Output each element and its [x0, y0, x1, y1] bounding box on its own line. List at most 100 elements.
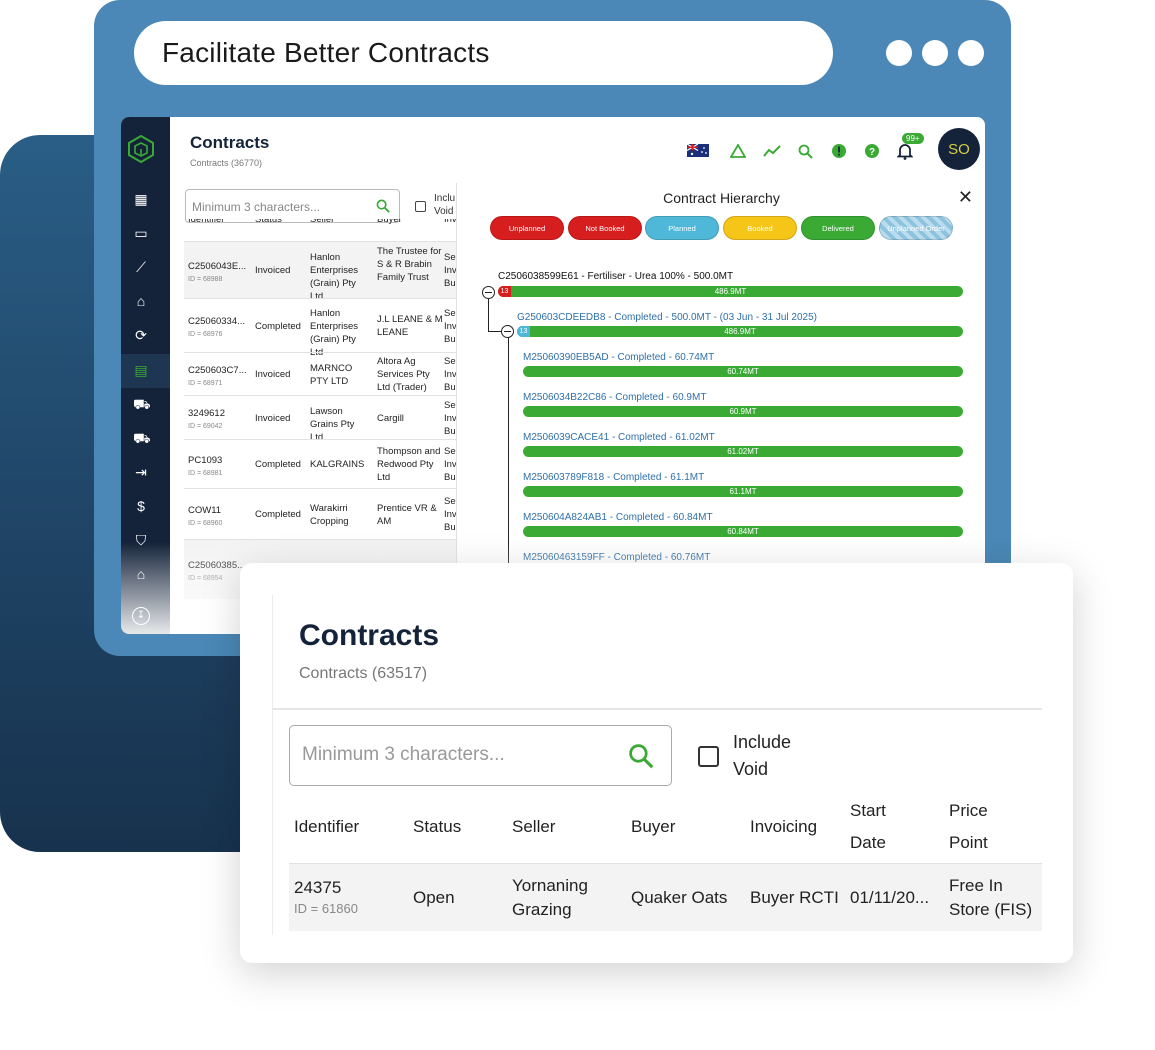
legend-item[interactable]: Planned: [645, 216, 719, 240]
search-placeholder: Minimum 3 characters...: [192, 200, 321, 214]
column-header-price-point[interactable]: Price Point: [949, 795, 988, 859]
row-csel: MARNCO PTY LTD: [310, 362, 353, 387]
search-icon[interactable]: [796, 142, 814, 160]
child-contract-label: G250603CDEEDB8 - Completed - 500.0MT - (…: [517, 312, 817, 323]
table-row[interactable]: PC1093 ID = 68981 Completed KALGRAINS Thomps…: [184, 439, 458, 488]
root-bar-label: 486.9MT: [714, 287, 747, 296]
help-icon[interactable]: ?: [863, 142, 881, 160]
row-identifier: C250603C7... ID = 68971: [188, 364, 247, 390]
collapse-icon[interactable]: [501, 325, 514, 338]
row-identifier: COW11 ID = 68960: [188, 504, 222, 530]
contracts-card: Contracts Contracts (63517) Minimum 3 ch…: [240, 563, 1073, 963]
column-header-invoicing[interactable]: Invoicing: [750, 811, 817, 843]
row-cst: Completed: [255, 509, 301, 520]
row-status: Open: [413, 888, 455, 907]
column-header[interactable]: Seller: [310, 219, 370, 226]
movement-bar-label: 60.9MT: [729, 407, 757, 416]
legend-item[interactable]: Unplanned: [490, 216, 564, 240]
dashboard-icon[interactable]: ▦: [133, 191, 149, 207]
trend-icon[interactable]: [763, 142, 781, 160]
price-point-line-2: Point: [949, 833, 988, 852]
card-search-placeholder: Minimum 3 characters...: [302, 744, 505, 765]
row-csel: Hanlon Enterprises (Grain) Pty Ltd: [310, 252, 359, 302]
row-price-line-1: Free In: [949, 876, 1003, 895]
movement-bar-label: 60.74MT: [727, 367, 759, 376]
column-header-start-date[interactable]: Start Date: [850, 795, 886, 859]
invoice-icon[interactable]: $: [133, 498, 149, 514]
row-id: 3249612: [188, 408, 225, 419]
row-csel: Hanlon Enterprises (Grain) Pty Ltd: [310, 307, 359, 358]
table-row[interactable]: C2506043E... ID = 68988 Invoiced Hanlon Ent…: [184, 241, 458, 302]
row-csel: Warakirri Cropping: [310, 502, 349, 527]
row-cbuy: Cargill: [377, 412, 404, 424]
table-row[interactable]: 24375 ID = 61860 Open Yornaning Grazing …: [289, 863, 1042, 931]
card-search-input[interactable]: Minimum 3 characters...: [289, 725, 672, 786]
column-header[interactable]: Buyer: [377, 219, 443, 226]
window-dot-2: [922, 40, 948, 66]
child-bar-label: 486.9MT: [724, 327, 756, 336]
column-header[interactable]: Identifier: [188, 219, 224, 226]
triangle-icon[interactable]: [729, 142, 747, 160]
tree-line: [488, 299, 489, 332]
row-cbuy: Prentice VR & AM: [377, 502, 437, 527]
table-row[interactable]: 3249612 ID = 69042 Invoiced Lawson Grains P…: [184, 395, 458, 443]
card-subtitle: Contracts (63517): [299, 665, 428, 682]
column-header-identifier[interactable]: Identifier: [294, 811, 359, 843]
row-id: COW11: [188, 504, 222, 516]
logo-icon: [128, 134, 154, 164]
row-buyer: Quaker Oats: [631, 888, 728, 907]
row-id: C2506043E...: [188, 260, 247, 272]
include-void-checkbox[interactable]: [415, 201, 426, 212]
legend-item[interactable]: Booked: [723, 216, 797, 240]
wheat-icon[interactable]: ⟋: [133, 259, 149, 275]
row-cst: Invoiced: [255, 412, 291, 424]
silo-exit-icon[interactable]: ⇥: [133, 464, 149, 480]
table-header: IdentifierStatusSellerBuyerInvoicing: [184, 219, 458, 233]
window-dot-1: [886, 40, 912, 66]
close-icon[interactable]: ✕: [958, 187, 973, 208]
row-id-sub: ID = 68971: [188, 379, 223, 387]
card-title: Contracts: [299, 619, 440, 652]
legend-item[interactable]: Not Booked: [568, 216, 642, 240]
browser-address-bar: Facilitate Better Contracts: [134, 21, 833, 85]
table-row[interactable]: C250603C7... ID = 68971 Invoiced MARNCO PTY…: [184, 352, 458, 395]
column-header-seller[interactable]: Seller: [512, 811, 555, 843]
row-cbuy: Thompson and Redwood Pty Ltd: [377, 446, 441, 483]
row-invoicing: Buyer RCTI: [750, 888, 839, 907]
search-input[interactable]: Minimum 3 characters...: [185, 189, 400, 223]
movement-label: M25060390EB5AD - Completed - 60.74MT: [523, 352, 715, 363]
movement-label: M250604A824AB1 - Completed - 60.84MT: [523, 512, 713, 523]
truck-icon[interactable]: ⛟: [133, 430, 151, 446]
factory-icon[interactable]: ⌂: [133, 293, 149, 309]
app-window: ▦ ▭ ⟋ ⌂ ⟳ ▤ ⛟ ⛟ ⇥ $ ⛉ ⌂ ↧ Contracts Cont…: [121, 117, 985, 634]
include-void-label: Inclu Void: [434, 193, 456, 217]
card-include-void-checkbox[interactable]: [698, 746, 719, 767]
table-row[interactable]: COW11 ID = 68960 Completed Warakirri Croppi…: [184, 488, 458, 539]
collapse-icon[interactable]: [482, 286, 495, 299]
row-start-date: 01/11/20...: [850, 888, 930, 907]
row-price-point: Free In Store (FIS): [949, 874, 1032, 922]
table-row[interactable]: C25060334... ID = 68976 Completed Hanlon En…: [184, 298, 458, 358]
bell-icon[interactable]: [896, 142, 914, 160]
flag-icon[interactable]: [686, 143, 709, 157]
include-void-line-1: Include: [733, 732, 792, 752]
row-id: C250603C7...: [188, 364, 247, 376]
legend-item[interactable]: Unplanned Order: [879, 216, 953, 240]
avatar[interactable]: SO: [938, 128, 980, 170]
exchange-icon[interactable]: ⟳: [133, 327, 149, 343]
row-cbuy: The Trustee for S & R Brabin Family Trus…: [377, 245, 442, 283]
row-seller-line-1: Yornaning: [512, 876, 588, 895]
row-cst: Completed: [255, 320, 301, 332]
column-header[interactable]: Status: [255, 219, 282, 226]
legend-item[interactable]: Delivered: [801, 216, 875, 240]
id-card-icon[interactable]: ▭: [133, 225, 149, 241]
row-identifier: 24375 ID = 61860: [294, 876, 358, 918]
contracts-icon[interactable]: ▤: [133, 362, 149, 378]
alert-gear-icon[interactable]: [830, 142, 848, 160]
movement-label: M2506039CACE41 - Completed - 61.02MT: [523, 432, 715, 443]
truck-clock-icon[interactable]: ⛟: [133, 396, 151, 412]
svg-text:?: ?: [869, 147, 875, 158]
column-header-status[interactable]: Status: [413, 811, 461, 843]
row-cst: Invoiced: [255, 265, 291, 276]
column-header-buyer[interactable]: Buyer: [631, 811, 675, 843]
